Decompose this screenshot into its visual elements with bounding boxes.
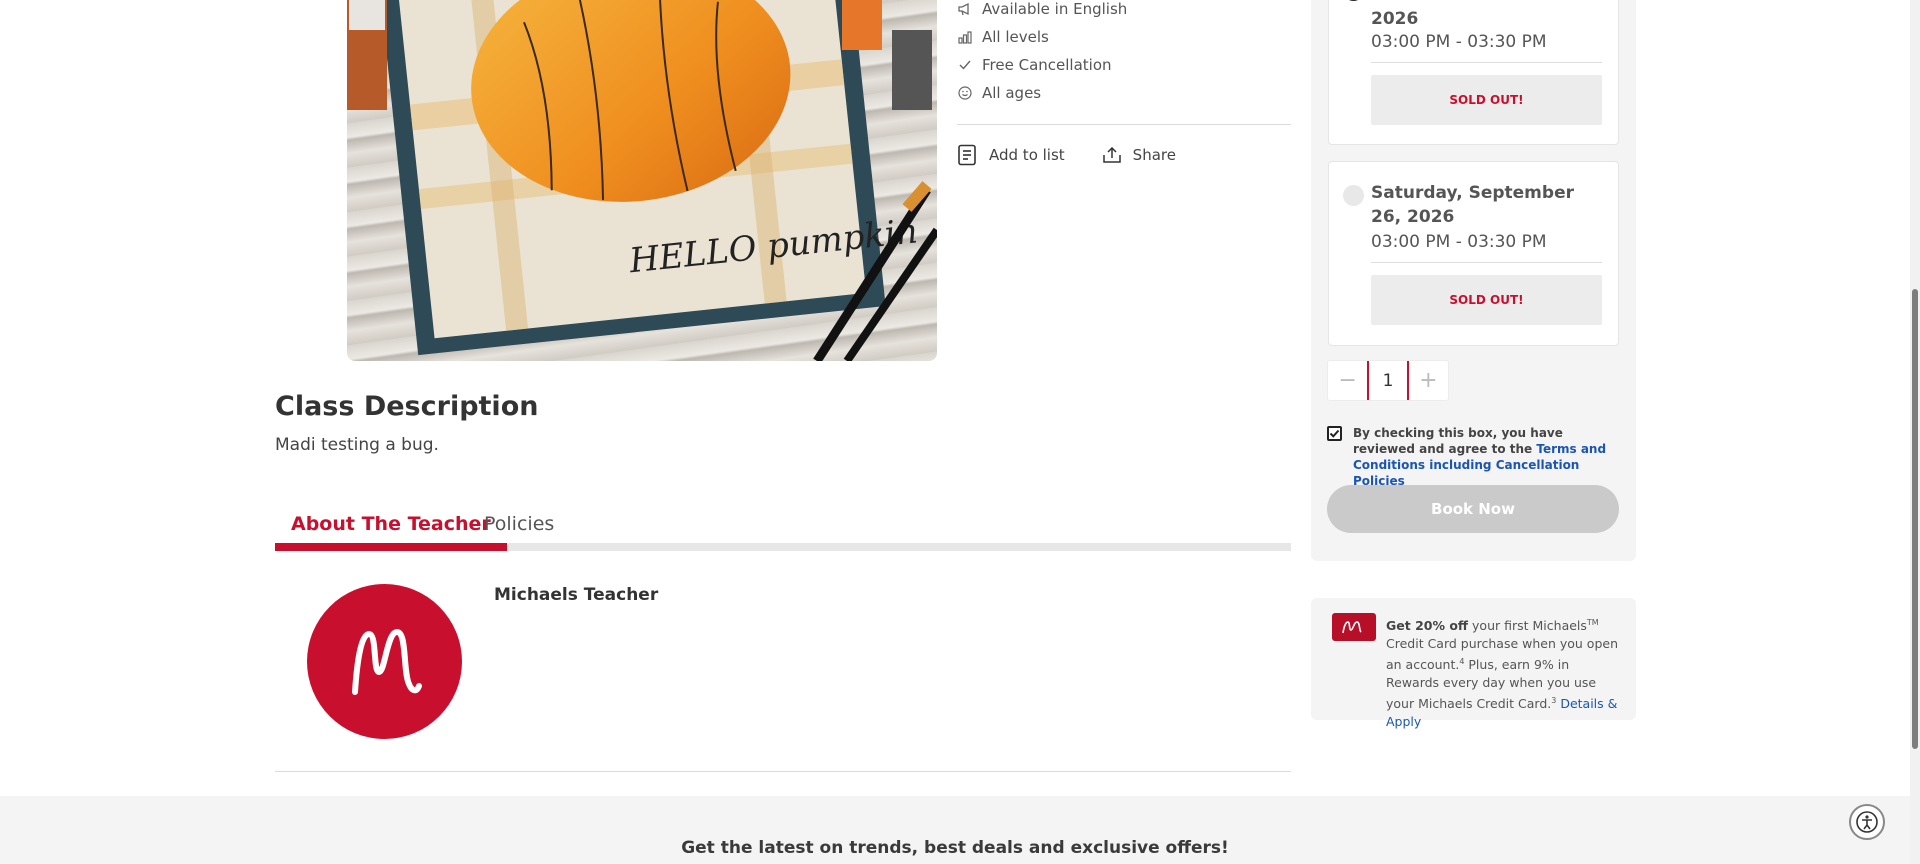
smiley-icon [957, 85, 973, 101]
promo-text-part: your first Michaels [1468, 618, 1587, 634]
attr-level-label: All levels [982, 28, 1049, 46]
sold-out-badge: SOLD OUT! [1371, 275, 1602, 325]
session-time: 03:00 PM - 03:30 PM [1371, 232, 1547, 252]
session-divider [1371, 62, 1602, 63]
action-row: Add to list Share [957, 144, 1176, 166]
page-scrollbar[interactable] [1910, 0, 1920, 864]
book-now-button[interactable]: Book Now [1327, 485, 1619, 533]
terms-checkbox[interactable] [1327, 426, 1342, 441]
share-label: Share [1132, 146, 1176, 164]
content-divider [275, 771, 1291, 772]
quantity-decrement-button[interactable]: − [1328, 361, 1367, 400]
class-product-image: HELLO pumpkin [347, 0, 937, 361]
quantity-input[interactable]: 1 [1367, 361, 1409, 400]
promo-headline: Get 20% off [1386, 618, 1469, 634]
list-document-icon [957, 144, 977, 166]
checkmark-icon [1329, 429, 1340, 438]
check-icon [957, 57, 973, 73]
info-tabs: About The Teacher Policies [275, 508, 1291, 551]
attr-ages-label: All ages [982, 84, 1042, 102]
session-date: Saturday, September 26, 2026 [1371, 183, 1574, 227]
credit-promo-text: Get 20% off your first MichaelsTM Credit… [1386, 614, 1618, 731]
terms-agreement: By checking this box, you have reviewed … [1327, 425, 1627, 489]
session-radio[interactable] [1343, 185, 1364, 206]
attr-cancellation: Free Cancellation [957, 51, 1291, 79]
quantity-stepper: − 1 + [1327, 360, 1449, 401]
newsletter-text: Get the latest on trends, best deals and… [681, 838, 1229, 858]
sold-out-badge: SOLD OUT! [1371, 75, 1602, 125]
terms-agreement-text: By checking this box, you have reviewed … [1353, 425, 1627, 489]
teacher-avatar [307, 584, 462, 739]
attributes-divider [957, 124, 1291, 125]
class-description-body: Madi testing a bug. [275, 435, 439, 455]
session-option-2[interactable]: Saturday, September 26, 2026 03:00 PM - … [1328, 161, 1619, 346]
teacher-name: Michaels Teacher [494, 585, 659, 605]
attr-language-label: Available in English [982, 0, 1128, 18]
class-attributes: Available in English All levels Free Can… [957, 0, 1291, 107]
michaels-logo-icon [351, 628, 422, 695]
class-description-title: Class Description [275, 391, 539, 422]
level-bars-icon [957, 29, 973, 45]
session-option-1[interactable]: 2026 03:00 PM - 03:30 PM SOLD OUT! [1328, 0, 1619, 145]
quantity-increment-button[interactable]: + [1409, 361, 1448, 400]
add-to-list-label: Add to list [989, 146, 1065, 164]
share-button[interactable]: Share [1102, 146, 1176, 164]
newsletter-band: Get the latest on trends, best deals and… [0, 796, 1910, 864]
terms-agreement-label: By checking this box, you have reviewed … [1353, 426, 1563, 456]
credit-card-icon [1332, 613, 1376, 641]
session-divider [1371, 262, 1602, 263]
credit-card-promo: Get 20% off your first MichaelsTM Credit… [1311, 598, 1636, 729]
scrollbar-thumb[interactable] [1912, 289, 1918, 749]
accessibility-button[interactable] [1849, 804, 1885, 840]
attr-cancellation-label: Free Cancellation [982, 56, 1112, 74]
share-icon [1102, 147, 1121, 163]
megaphone-icon [957, 1, 973, 17]
attr-language: Available in English [957, 0, 1291, 23]
session-radio-selected[interactable] [1343, 0, 1364, 1]
session-time: 03:00 PM - 03:30 PM [1371, 32, 1547, 52]
add-to-list-button[interactable]: Add to list [957, 144, 1065, 166]
attr-level: All levels [957, 23, 1291, 51]
trademark-mark: TM [1586, 618, 1599, 627]
accessibility-icon [1856, 811, 1878, 833]
attr-ages: All ages [957, 79, 1291, 107]
session-date: 2026 [1371, 9, 1419, 29]
tab-policies[interactable]: Policies [468, 508, 570, 543]
footnote-ref: 3 [1551, 696, 1557, 706]
